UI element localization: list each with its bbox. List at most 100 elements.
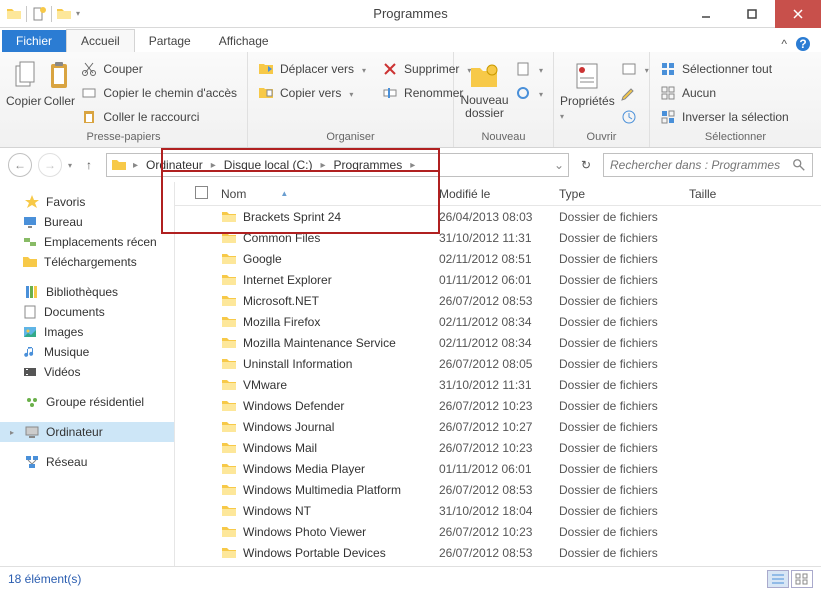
table-row[interactable]: Common Files31/10/2012 11:31Dossier de f… [175, 227, 821, 248]
column-name[interactable]: Nom▲ [221, 187, 439, 201]
chevron-right-icon[interactable]: ▸ [207, 160, 220, 171]
qat-dropdown-icon[interactable]: ▾ [76, 9, 80, 18]
select-none-button[interactable]: Aucun [656, 82, 793, 104]
icons-view-button[interactable] [791, 570, 813, 588]
nav-homegroup[interactable]: Groupe résidentiel [0, 392, 174, 412]
ribbon-collapse-icon[interactable]: ^ [781, 37, 787, 51]
tab-share[interactable]: Partage [135, 30, 205, 52]
file-list-area: Nom▲ Modifié le Type Taille Brackets Spr… [175, 182, 821, 566]
properties-button[interactable]: Propriétés [560, 56, 615, 122]
title-bar: ▾ Programmes [0, 0, 821, 28]
tab-file[interactable]: Fichier [2, 30, 66, 52]
chevron-right-icon[interactable]: ▸ [406, 160, 419, 171]
select-all-button[interactable]: Sélectionner tout [656, 58, 793, 80]
column-modified[interactable]: Modifié le [439, 187, 559, 201]
search-input[interactable] [610, 158, 792, 172]
paste-shortcut-button[interactable]: Coller le raccourci [77, 106, 241, 128]
table-row[interactable]: Windows Multimedia Platform26/07/2012 08… [175, 479, 821, 500]
open-button[interactable] [617, 58, 653, 80]
invert-selection-button[interactable]: Inverser la sélection [656, 106, 793, 128]
table-row[interactable]: Mozilla Maintenance Service02/11/2012 08… [175, 332, 821, 353]
table-row[interactable]: Windows Defender26/07/2012 10:23Dossier … [175, 395, 821, 416]
file-type: Dossier de fichiers [559, 441, 689, 455]
new-folder-button[interactable]: Nouveau dossier [460, 56, 509, 120]
nav-item-music[interactable]: Musique [0, 342, 174, 362]
maximize-button[interactable] [729, 0, 775, 28]
minimize-button[interactable] [683, 0, 729, 28]
nav-favorites[interactable]: Favoris [0, 192, 174, 212]
breadcrumb-item[interactable]: Disque local (C:) [222, 158, 315, 172]
folder-icon [221, 482, 237, 498]
close-button[interactable] [775, 0, 821, 28]
tab-view[interactable]: Affichage [205, 30, 283, 52]
copy-to-button[interactable]: Copier vers [254, 82, 370, 104]
file-type: Dossier de fichiers [559, 546, 689, 560]
nav-item-pictures[interactable]: Images [0, 322, 174, 342]
tab-home[interactable]: Accueil [66, 29, 135, 52]
nav-libraries[interactable]: Bibliothèques [0, 282, 174, 302]
file-type: Dossier de fichiers [559, 336, 689, 350]
column-size[interactable]: Taille [689, 187, 821, 201]
table-row[interactable]: Windows Portable Devices26/07/2012 08:53… [175, 542, 821, 563]
forward-button[interactable]: → [38, 153, 62, 177]
back-button[interactable]: ← [8, 153, 32, 177]
table-row[interactable]: Brackets Sprint 2426/04/2013 08:03Dossie… [175, 206, 821, 227]
chevron-right-icon[interactable]: ▸ [129, 160, 142, 171]
file-type: Dossier de fichiers [559, 378, 689, 392]
file-type: Dossier de fichiers [559, 420, 689, 434]
new-file-icon[interactable] [31, 6, 47, 22]
folder-small-icon[interactable] [56, 6, 72, 22]
copy-button[interactable]: Copier [6, 56, 41, 108]
chevron-right-icon[interactable]: ▸ [316, 160, 329, 171]
up-button[interactable]: ↑ [78, 154, 100, 176]
edit-button[interactable] [617, 82, 653, 104]
nav-computer[interactable]: ▸Ordinateur [0, 422, 174, 442]
table-row[interactable]: Uninstall Information26/07/2012 08:05Dos… [175, 353, 821, 374]
easy-access-button[interactable] [511, 82, 547, 104]
copy-path-button[interactable]: Copier le chemin d'accès [77, 82, 241, 104]
refresh-button[interactable]: ↻ [575, 154, 597, 176]
folder-small-icon [111, 157, 127, 173]
details-view-button[interactable] [767, 570, 789, 588]
table-row[interactable]: Windows Photo Viewer26/07/2012 10:23Doss… [175, 521, 821, 542]
help-icon[interactable]: ? [795, 36, 811, 52]
file-name: Windows Photo Viewer [243, 525, 366, 539]
table-row[interactable]: Windows Media Player01/11/2012 06:01Doss… [175, 458, 821, 479]
nav-item-downloads[interactable]: Téléchargements [0, 252, 174, 272]
table-row[interactable]: Microsoft.NET26/07/2012 08:53Dossier de … [175, 290, 821, 311]
breadcrumb-item[interactable]: Programmes [332, 158, 405, 172]
table-row[interactable]: Google02/11/2012 08:51Dossier de fichier… [175, 248, 821, 269]
file-type: Dossier de fichiers [559, 462, 689, 476]
new-item-button[interactable] [511, 58, 547, 80]
table-row[interactable]: Windows Mail26/07/2012 10:23Dossier de f… [175, 437, 821, 458]
table-row[interactable]: Windows Journal26/07/2012 10:27Dossier d… [175, 416, 821, 437]
search-box[interactable] [603, 153, 813, 177]
nav-item-videos[interactable]: Vidéos [0, 362, 174, 382]
nav-network[interactable]: Réseau [0, 452, 174, 472]
folder-icon [221, 356, 237, 372]
status-bar: 18 élément(s) [0, 566, 821, 590]
folder-icon [221, 545, 237, 561]
history-dropdown-icon[interactable]: ▾ [68, 161, 72, 170]
group-label: Organiser [254, 129, 447, 143]
move-to-button[interactable]: Déplacer vers [254, 58, 370, 80]
address-bar[interactable]: ▸ Ordinateur ▸ Disque local (C:) ▸ Progr… [106, 153, 569, 177]
nav-item-recent[interactable]: Emplacements récen [0, 232, 174, 252]
nav-item-documents[interactable]: Documents [0, 302, 174, 322]
table-row[interactable]: Windows NT31/10/2012 18:04Dossier de fic… [175, 500, 821, 521]
table-row[interactable]: Mozilla Firefox02/11/2012 08:34Dossier d… [175, 311, 821, 332]
column-headers: Nom▲ Modifié le Type Taille [175, 182, 821, 206]
select-all-checkbox[interactable] [195, 186, 208, 199]
file-name: Uninstall Information [243, 357, 352, 371]
cut-button[interactable]: Couper [77, 58, 241, 80]
table-row[interactable]: VMware31/10/2012 11:31Dossier de fichier… [175, 374, 821, 395]
folder-icon [221, 398, 237, 414]
paste-button[interactable]: Coller [43, 56, 75, 108]
breadcrumb-item[interactable]: Ordinateur [144, 158, 205, 172]
column-type[interactable]: Type [559, 187, 689, 201]
address-dropdown-icon[interactable]: ⌄ [554, 158, 564, 172]
file-type: Dossier de fichiers [559, 315, 689, 329]
history-button[interactable] [617, 106, 653, 128]
table-row[interactable]: Internet Explorer01/11/2012 06:01Dossier… [175, 269, 821, 290]
nav-item-desktop[interactable]: Bureau [0, 212, 174, 232]
